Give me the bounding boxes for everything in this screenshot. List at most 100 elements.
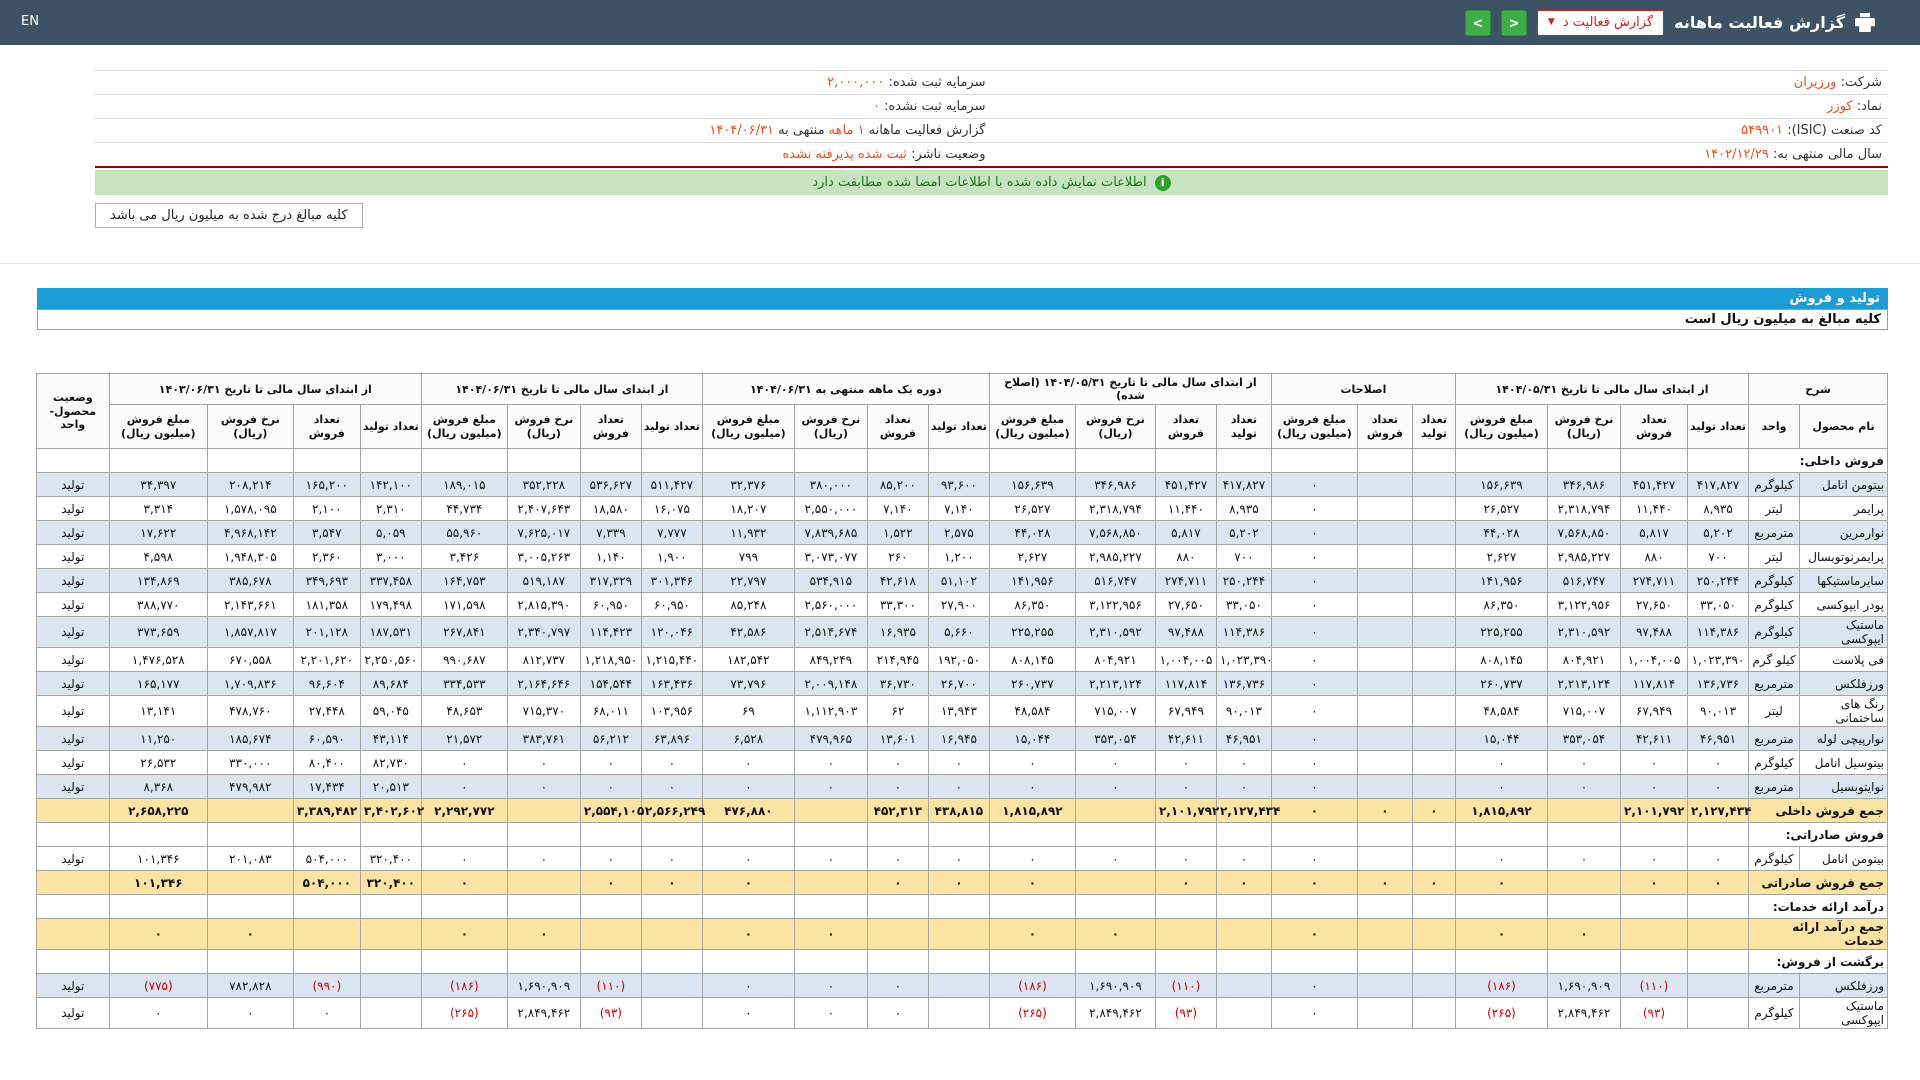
column-header: مبلغ فروش (میلیون ریال) (421, 405, 507, 449)
value-cell: ۲,۲۹۲,۷۷۲ (421, 799, 507, 823)
value-cell: ۰ (507, 751, 580, 775)
value-cell: ۹۷,۴۸۸ (1155, 617, 1216, 648)
value-cell: ۲۶۰,۷۳۷ (1455, 672, 1547, 696)
value-cell (867, 950, 928, 974)
value-cell: ۸۰۴,۹۲۱ (1075, 648, 1155, 672)
value-cell: ۵۱۱,۴۲۷ (641, 473, 702, 497)
value-cell: ۰ (794, 751, 867, 775)
product-status: تولید (36, 727, 109, 751)
product-status: تولید (36, 672, 109, 696)
value-cell (641, 449, 702, 473)
value-cell: ۲۷۴,۷۱۱ (1621, 569, 1688, 593)
value-cell: ۲,۵۵۴,۱۰۵ (580, 799, 641, 823)
value-cell: ۲,۳۴۰,۷۹۷ (507, 617, 580, 648)
value-cell (580, 449, 641, 473)
value-cell (928, 823, 989, 847)
value-cell: ۲,۶۲۷ (1455, 545, 1547, 569)
value-cell: ۰ (1357, 799, 1412, 823)
value-cell: ۱,۵۷۸,۰۹۵ (207, 497, 293, 521)
language-switch[interactable]: EN (21, 14, 39, 29)
value-cell: ۲,۱۰۱,۷۹۲ (1621, 799, 1688, 823)
product-row: ورزفلکسمترمربع(۱۱۰)۱,۶۹۰,۹۰۹(۱۸۶)۰(۱۱۰)۱… (36, 974, 1887, 998)
value-cell: ۰ (421, 847, 507, 871)
column-header: نام محصول (1800, 405, 1888, 449)
value-cell: ۲,۸۴۹,۴۶۲ (1548, 998, 1621, 1029)
value-cell: ۵۱۹,۱۸۷ (507, 569, 580, 593)
value-cell: ۱۳,۹۴۳ (928, 696, 989, 727)
value-cell: ۵۱۶,۷۴۷ (1075, 569, 1155, 593)
value-cell (1357, 950, 1412, 974)
value-cell: ۴۲,۵۸۶ (702, 617, 794, 648)
value-cell: ۶۲ (867, 696, 928, 727)
value-cell: ۴۷۶,۸۸۰ (702, 799, 794, 823)
value-cell (1688, 974, 1749, 998)
info-cell-left: سرمایه ثبت شده: ۲,۰۰۰,۰۰۰ (95, 75, 992, 90)
value-cell: ۳,۳۱۴ (109, 497, 207, 521)
value-cell: ۳۸۳,۷۶۱ (507, 727, 580, 751)
column-group-header: اصلاحات (1271, 374, 1455, 405)
value-cell: ۰ (580, 775, 641, 799)
value-cell (1357, 974, 1412, 998)
value-cell: ۰ (1155, 775, 1216, 799)
value-cell: ۵۰۴,۰۰۰ (293, 871, 360, 895)
value-cell: ۳,۳۸۹,۴۸۲ (293, 799, 360, 823)
value-cell (207, 823, 293, 847)
value-cell: ۴۷۹,۹۸۲ (207, 775, 293, 799)
value-cell: ۵,۲۰۲ (1688, 521, 1749, 545)
value-cell (1455, 449, 1547, 473)
product-unit: کیلوگرم (1749, 569, 1800, 593)
column-header: نرخ فروش (ریال) (207, 405, 293, 449)
value-cell: ۳۸۰,۰۰۰ (794, 473, 867, 497)
report-type-dropdown[interactable]: گزارش فعالیت د ▼ (1537, 10, 1664, 36)
value-cell (1621, 950, 1688, 974)
product-row: بیتوسیل اناملکیلوگرم۰۰۰۰۰۰۰۰۰۰۰۰۰۰۰۰۰۸۲,… (36, 751, 1887, 775)
value-cell (1155, 449, 1216, 473)
printer-icon[interactable] (1855, 13, 1875, 32)
value-cell: ۰ (507, 775, 580, 799)
value-cell (580, 950, 641, 974)
value-cell (1412, 895, 1455, 919)
value-cell: ۷۱۵,۰۰۷ (1075, 696, 1155, 727)
value-cell: ۳,۱۲۲,۹۵۶ (1075, 593, 1155, 617)
value-cell: ۳۷۳,۶۵۹ (109, 617, 207, 648)
section-label: فروش صادراتی: (1749, 823, 1888, 847)
value-cell: ۵۳۶,۶۲۷ (580, 473, 641, 497)
value-cell: ۰ (702, 775, 794, 799)
value-cell: ۹۷,۴۸۸ (1621, 617, 1688, 648)
value-cell: ۵۹,۰۴۵ (360, 696, 421, 727)
value-cell: ۰ (702, 998, 794, 1029)
value-cell: ۳۲۰,۴۰۰ (360, 847, 421, 871)
value-cell (1271, 823, 1357, 847)
value-cell (1357, 895, 1412, 919)
value-cell: ۲۲۵,۲۵۵ (989, 617, 1075, 648)
info-row: سال مالی منتهی به: ۱۴۰۲/۱۲/۲۹وضعیت ناشر:… (95, 143, 1888, 168)
info-value: ۲,۰۰۰,۰۰۰ (827, 75, 888, 90)
info-icon: i (1155, 175, 1171, 191)
value-cell (794, 449, 867, 473)
info-cell-left: وضعیت ناشر: ثبت شده پذیرفته نشده (95, 147, 992, 162)
value-cell (1357, 545, 1412, 569)
value-cell (1455, 895, 1547, 919)
value-cell (421, 950, 507, 974)
value-cell (421, 823, 507, 847)
value-cell: ۰ (1075, 751, 1155, 775)
value-cell: ۳,۴۰۲,۶۰۲ (360, 799, 421, 823)
total-row: جمع فروش داخلی۲,۱۲۷,۴۳۴۲,۱۰۱,۷۹۲۱,۸۱۵,۸۹… (36, 799, 1887, 823)
prev-report-button[interactable]: > (1465, 10, 1491, 36)
next-report-button[interactable]: < (1501, 10, 1527, 36)
value-cell: ۴۷۸,۷۶۰ (207, 696, 293, 727)
value-cell: ۲,۳۱۸,۷۹۴ (1075, 497, 1155, 521)
value-cell: ۳۳۷,۴۵۸ (360, 569, 421, 593)
value-cell (1271, 895, 1357, 919)
value-cell: ۵,۸۱۷ (1155, 521, 1216, 545)
value-cell: ۸,۹۳۵ (1688, 497, 1749, 521)
value-cell: ۰ (702, 919, 794, 950)
value-cell: ۵,۲۰۲ (1216, 521, 1271, 545)
value-cell: ۰ (794, 847, 867, 871)
value-cell: ۰ (702, 871, 794, 895)
value-cell: ۱۴۲,۱۰۰ (360, 473, 421, 497)
value-cell (1412, 950, 1455, 974)
column-header: تعداد تولید (360, 405, 421, 449)
product-status (36, 823, 109, 847)
value-cell (1155, 895, 1216, 919)
